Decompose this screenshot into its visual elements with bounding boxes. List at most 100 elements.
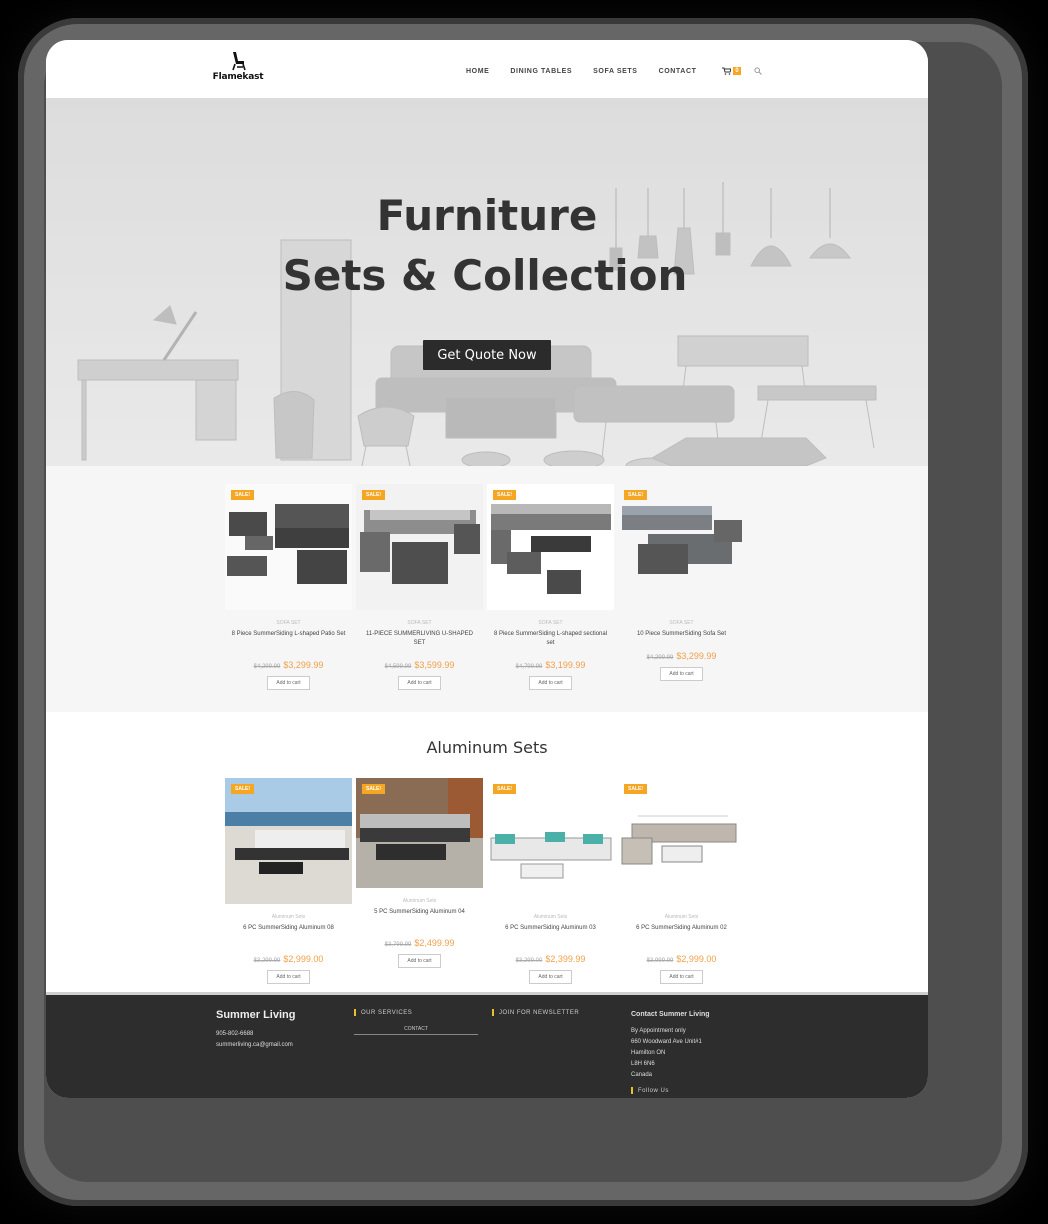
sale-price: $2,999.00 — [283, 954, 324, 964]
services-heading-text: OUR SERVICES — [361, 1009, 413, 1016]
add-to-cart-button[interactable]: Add to cart — [267, 970, 310, 984]
aluminum-product-grid: SALE! Aluminum Sets 6 PC SummerSiding Al… — [225, 778, 745, 984]
product-image[interactable]: SALE! — [487, 778, 614, 904]
main-nav: HOME DINING TABLES SOFA SETS CONTACT — [466, 68, 717, 75]
follow-heading-text[interactable]: Follow Us — [638, 1088, 669, 1094]
old-price: $4,299.99 — [646, 655, 674, 661]
product-card[interactable]: SALE! Aluminum Sets 5 PC SummerSiding Al… — [356, 778, 483, 984]
heading-marker — [492, 1009, 494, 1016]
product-card[interactable]: SALE! Aluminum Sets 6 PC SummerSiding Al… — [487, 778, 614, 984]
nav-home[interactable]: HOME — [466, 68, 489, 75]
add-to-cart-button[interactable]: Add to cart — [529, 676, 572, 690]
footer-brand: Summer Living — [216, 1009, 296, 1021]
product-card[interactable]: SALE! SOFA SET 8 Piece SummerSiding L-sh… — [225, 484, 352, 690]
old-price: $3,999.99 — [646, 958, 674, 964]
product-image[interactable]: SALE! — [356, 778, 483, 888]
contact-line: Hamilton ON — [631, 1050, 666, 1056]
nav-contact[interactable]: CONTACT — [659, 68, 697, 75]
chair-logo-icon — [232, 52, 246, 71]
footer-email[interactable]: summerliving.ca@gmail.com — [216, 1040, 295, 1051]
aluminum-set-image — [225, 778, 352, 904]
footer-newsletter-column: JOIN FOR NEWSLETTER — [492, 1009, 579, 1016]
product-image[interactable]: SALE! — [487, 484, 614, 610]
old-price: $4,799.99 — [515, 664, 543, 670]
sale-price: $3,299.99 — [676, 651, 717, 661]
get-quote-button[interactable]: Get Quote Now — [423, 340, 551, 370]
sofa-set-image — [360, 510, 480, 584]
product-category[interactable]: Aluminum Sets — [356, 898, 483, 904]
hero-title-line1: Furniture — [376, 191, 598, 240]
sale-price: $2,499.99 — [414, 938, 455, 948]
sale-badge: SALE! — [624, 490, 647, 500]
product-name[interactable]: 6 PC SummerSiding Aluminum 02 — [618, 924, 745, 944]
product-price: $4,299.99 $3,299.99 — [618, 651, 745, 661]
product-image[interactable]: SALE! — [618, 484, 745, 610]
add-to-cart-button[interactable]: Add to cart — [660, 667, 703, 681]
sofa-set-image — [622, 506, 742, 574]
product-image[interactable]: SALE! — [356, 484, 483, 610]
contact-line: L8H 6N6 — [631, 1061, 655, 1067]
sale-price: $3,599.99 — [414, 660, 455, 670]
sofa-set-image — [491, 504, 611, 594]
hero-banner: Furniture Sets & Collection Get Quote No… — [46, 98, 928, 466]
site-header: Flamekast HOME DINING TABLES SOFA SETS C… — [46, 40, 928, 98]
sofa-set-image — [227, 504, 349, 584]
add-to-cart-button[interactable]: Add to cart — [267, 676, 310, 690]
product-name[interactable]: 11-PIECE SUMMERLIVING U-SHAPED SET — [356, 630, 483, 650]
hero-title-line2: Sets & Collection — [282, 251, 688, 300]
site-logo[interactable]: Flamekast — [208, 50, 268, 88]
product-name[interactable]: 10 Piece SummerSiding Sofa Set — [618, 630, 745, 641]
add-to-cart-button[interactable]: Add to cart — [529, 970, 572, 984]
product-price: $4,799.99 $3,199.99 — [487, 660, 614, 670]
section-title: Aluminum Sets — [426, 738, 548, 757]
product-category[interactable]: Aluminum Sets — [618, 914, 745, 920]
sale-badge: SALE! — [624, 784, 647, 794]
product-image[interactable]: SALE! — [225, 778, 352, 904]
sale-price: $3,199.99 — [545, 660, 586, 670]
product-card[interactable]: SALE! Aluminum Sets 6 PC SummerSiding Al… — [225, 778, 352, 984]
product-category[interactable]: SOFA SET — [225, 620, 352, 626]
product-price: $3,299.00 $2,399.99 — [487, 954, 614, 964]
hero-title: Furniture Sets & Collection — [46, 186, 928, 306]
product-price: $4,599.99 $3,599.99 — [356, 660, 483, 670]
sale-badge: SALE! — [231, 490, 254, 500]
aluminum-set-image — [490, 832, 612, 879]
add-to-cart-button[interactable]: Add to cart — [398, 676, 441, 690]
newsletter-heading-text: JOIN FOR NEWSLETTER — [499, 1009, 580, 1016]
contact-line: 660 Woodward Ave Unit#1 — [631, 1039, 702, 1045]
contact-line: By Appointment only — [631, 1028, 686, 1034]
heading-marker — [631, 1087, 633, 1094]
footer-contact-column: Contact Summer Living By Appointment onl… — [631, 1009, 710, 1094]
product-name[interactable]: 6 PC SummerSiding Aluminum 08 — [225, 924, 352, 944]
cart-count-badge: 0 — [733, 67, 741, 75]
old-price: $3,299.99 — [253, 958, 281, 964]
footer-phone[interactable]: 905-802-6688 — [216, 1029, 295, 1040]
add-to-cart-button[interactable]: Add to cart — [660, 970, 703, 984]
search-icon[interactable] — [754, 67, 762, 75]
product-card[interactable]: SALE! SOFA SET 8 Piece SummerSiding L-sh… — [487, 484, 614, 690]
product-name[interactable]: 8 Piece SummerSiding L-shaped Patio Set — [225, 630, 352, 650]
product-card[interactable]: SALE! SOFA SET 10 Piece SummerSiding Sof… — [618, 484, 745, 690]
aluminum-set-image — [356, 778, 483, 888]
nav-sofa-sets[interactable]: SOFA SETS — [593, 68, 637, 75]
nav-dining-tables[interactable]: DINING TABLES — [510, 68, 572, 75]
old-price: $3,299.00 — [515, 958, 543, 964]
product-card[interactable]: SALE! Aluminum Sets 6 PC SummerSiding Al… — [618, 778, 745, 984]
product-category[interactable]: SOFA SET — [487, 620, 614, 626]
add-to-cart-button[interactable]: Add to cart — [398, 954, 441, 968]
product-image[interactable]: SALE! — [618, 778, 745, 904]
product-category[interactable]: Aluminum Sets — [487, 914, 614, 920]
product-name[interactable]: 6 PC SummerSiding Aluminum 03 — [487, 924, 614, 944]
product-category[interactable]: SOFA SET — [618, 620, 745, 626]
product-category[interactable]: SOFA SET — [356, 620, 483, 626]
product-price: $3,799.99 $2,499.99 — [356, 938, 483, 948]
cart-button[interactable]: 0 — [722, 67, 741, 75]
product-image[interactable]: SALE! — [225, 484, 352, 610]
product-category[interactable]: Aluminum Sets — [225, 914, 352, 920]
product-name[interactable]: 5 PC SummerSiding Aluminum 04 — [356, 908, 483, 928]
sale-badge: SALE! — [231, 784, 254, 794]
product-card[interactable]: SALE! SOFA SET 11-PIECE SUMMERLIVING U-S… — [356, 484, 483, 690]
site-footer: Summer Living 905-802-6688 summerliving.… — [46, 992, 928, 1098]
product-name[interactable]: 8 Piece SummerSiding L-shaped sectional … — [487, 630, 614, 650]
footer-contact-link[interactable]: CONTACT — [354, 1026, 478, 1035]
